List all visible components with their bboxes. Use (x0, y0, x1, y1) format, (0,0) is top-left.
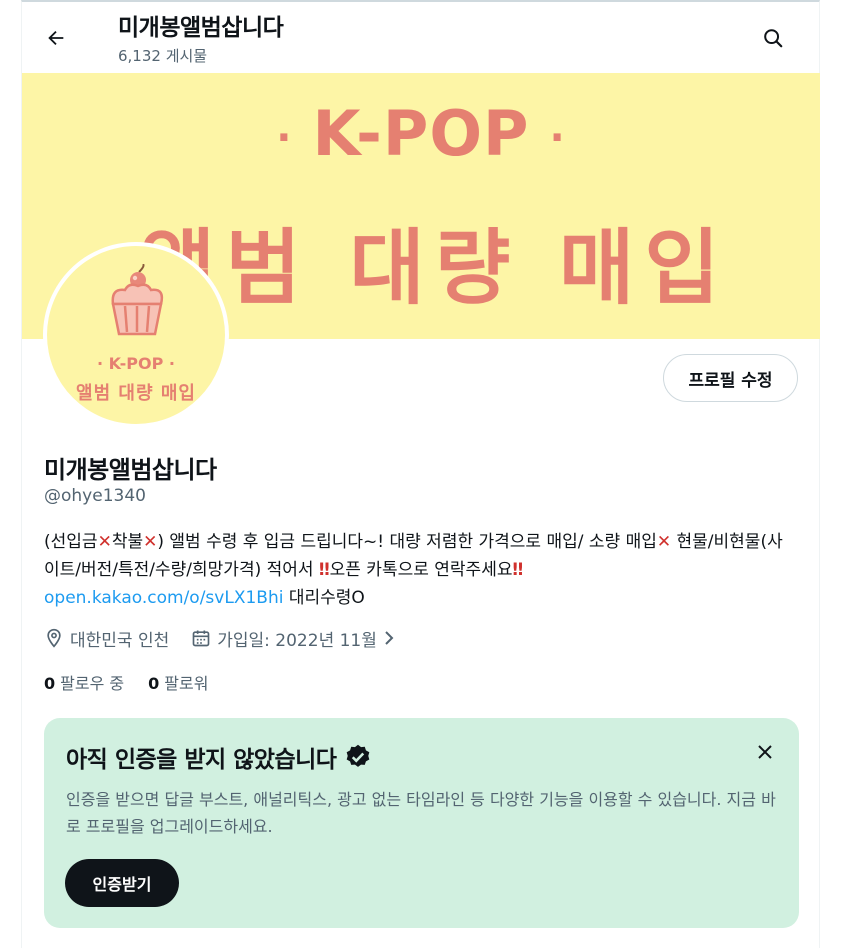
avatar-album-text: 앨범 대량 매입 (76, 383, 196, 404)
header-title: 미개봉앨범삽니다 (118, 15, 284, 41)
banner-subheadline: 앨범 대량 매입 (140, 221, 730, 316)
verification-title: 아직 인증을 받지 않았습니다 (66, 740, 372, 774)
bio: (선입금✕착불✕) 앨범 수령 후 입금 드립니다~! 대량 저렴한 가격으로 … (44, 532, 783, 608)
verified-badge-icon (347, 744, 370, 767)
verification-description: 인증을 받으면 답글 부스트, 애널리틱스, 광고 없는 타임라인 등 다양한 … (66, 790, 776, 836)
double-exclamation-icon: ‼ (318, 560, 330, 580)
display-name: 미개봉앨범삽니다 (44, 456, 217, 484)
avatar[interactable]: · K-POP · 앨범 대량 매입 (43, 242, 229, 428)
follow-stats: 0 팔로우 중 0 팔로워 (44, 670, 232, 694)
join-date[interactable]: 가입일: 2022년 11월 (191, 626, 403, 651)
banner-headline: · K-POP · (276, 97, 566, 170)
calendar-icon (192, 630, 210, 647)
bio-link[interactable]: open.kakao.com/o/svLX1Bhi (44, 588, 283, 608)
search-button[interactable] (755, 20, 791, 56)
arrow-left-icon (48, 30, 64, 46)
followers-link[interactable]: 0 팔로워 (148, 670, 208, 694)
location-pin-icon (47, 628, 61, 648)
avatar-kpop-text: · K-POP · (97, 354, 175, 373)
profile-meta: 대한민국 인천 가입일: 2022년 11월 (44, 624, 425, 652)
handle: @ohye1340 (44, 486, 146, 506)
chevron-right-icon (385, 631, 394, 645)
cross-mark-icon: ✕ (656, 532, 672, 552)
header-post-count: 6,132 게시물 (118, 47, 208, 65)
verification-card: 아직 인증을 받지 않았습니다 인증을 받으면 답글 부스트, 애널리틱스, 광… (44, 718, 799, 928)
get-verified-button[interactable]: 인증받기 (65, 859, 179, 907)
search-icon (764, 29, 783, 48)
location: 대한민국 인천 (44, 626, 169, 651)
cupcake-icon (111, 264, 164, 336)
double-exclamation-icon: ‼ (512, 560, 524, 580)
edit-profile-button[interactable]: 프로필 수정 (663, 354, 798, 402)
cross-mark-icon: ✕ (97, 532, 112, 552)
back-button[interactable] (38, 20, 74, 56)
close-button[interactable] (751, 738, 779, 766)
following-link[interactable]: 0 팔로우 중 (44, 670, 124, 694)
close-icon (758, 745, 772, 759)
cross-mark-icon: ✕ (143, 532, 158, 552)
